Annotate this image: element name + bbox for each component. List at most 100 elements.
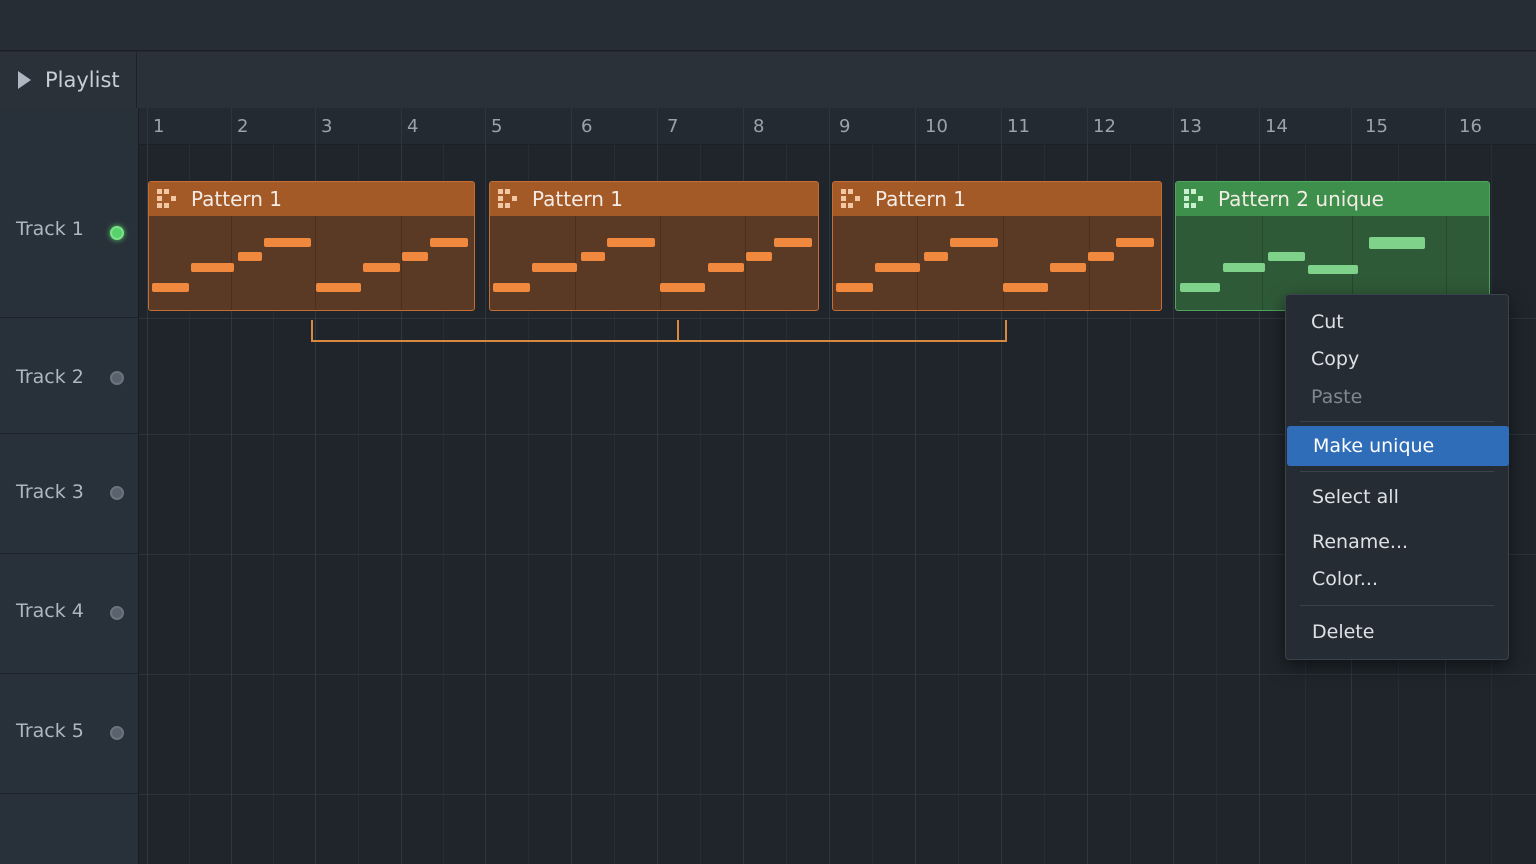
track-active-led[interactable] xyxy=(110,226,124,240)
timeline-ruler[interactable]: 1 2 3 4 5 6 7 8 9 10 11 12 13 14 15 16 xyxy=(139,108,1536,145)
note xyxy=(1180,283,1220,292)
pattern-icon xyxy=(157,189,177,209)
clip-name: Pattern 1 xyxy=(532,187,624,211)
note xyxy=(708,263,744,272)
note xyxy=(660,283,705,292)
bar-number[interactable]: 9 xyxy=(839,116,850,137)
note xyxy=(607,238,655,247)
note xyxy=(1088,252,1114,261)
note xyxy=(1268,252,1305,261)
bar-number[interactable]: 3 xyxy=(321,116,332,137)
bar-line xyxy=(485,108,486,864)
bar-number[interactable]: 5 xyxy=(491,116,502,137)
note xyxy=(1116,238,1154,247)
note xyxy=(1050,263,1086,272)
track-name: Track 2 xyxy=(16,366,84,388)
track-list: Track 1 Track 2 Track 3 Track 4 Track 5 xyxy=(0,108,139,864)
bar-line xyxy=(829,108,830,864)
menu-separator xyxy=(1300,605,1494,606)
note xyxy=(950,238,998,247)
bar-number[interactable]: 7 xyxy=(667,116,678,137)
clip-name: Pattern 1 xyxy=(875,187,967,211)
track-name: Track 1 xyxy=(16,218,84,240)
track-name: Track 4 xyxy=(16,600,84,622)
bar-number[interactable]: 11 xyxy=(1007,116,1030,137)
clip-header[interactable]: Pattern 1 xyxy=(833,182,1161,216)
bar-number[interactable]: 14 xyxy=(1265,116,1288,137)
track-row[interactable]: Track 3 xyxy=(0,434,138,554)
playlist-title: Playlist xyxy=(45,68,120,92)
menu-separator xyxy=(1300,421,1494,422)
clip-header[interactable]: Pattern 1 xyxy=(149,182,474,216)
pattern-clip[interactable]: Pattern 1 xyxy=(489,181,819,311)
note xyxy=(1223,263,1265,272)
context-menu: Cut Copy Paste Make unique Select all Re… xyxy=(1285,294,1509,660)
menu-item-color[interactable]: Color... xyxy=(1286,559,1508,599)
track-row[interactable]: Track 4 xyxy=(0,554,138,674)
note xyxy=(581,252,605,261)
note xyxy=(264,238,311,247)
track-led[interactable] xyxy=(110,486,124,500)
playlist-title-pane[interactable]: Playlist xyxy=(0,52,137,108)
track-row[interactable]: Track 2 xyxy=(0,318,138,434)
bar-number[interactable]: 12 xyxy=(1093,116,1116,137)
note xyxy=(924,252,948,261)
play-icon[interactable] xyxy=(18,71,31,89)
bar-number[interactable]: 1 xyxy=(153,116,164,137)
note xyxy=(1308,265,1358,274)
pattern-icon xyxy=(841,189,861,209)
row-line xyxy=(139,794,1536,795)
track-row[interactable]: Track 1 xyxy=(0,144,138,318)
bar-number[interactable]: 4 xyxy=(407,116,418,137)
note xyxy=(493,283,530,292)
bar-number[interactable]: 8 xyxy=(753,116,764,137)
bar-number[interactable]: 2 xyxy=(237,116,248,137)
clip-link-bracket-mid xyxy=(677,320,679,342)
pattern-icon xyxy=(498,189,518,209)
clip-name: Pattern 1 xyxy=(191,187,283,211)
note xyxy=(430,238,468,247)
note xyxy=(746,252,772,261)
menu-item-paste[interactable]: Paste xyxy=(1286,377,1508,417)
track-led[interactable] xyxy=(110,726,124,740)
note xyxy=(316,283,361,292)
pattern-clip[interactable]: Pattern 1 xyxy=(832,181,1162,311)
note xyxy=(532,263,577,272)
playlist-header: Playlist xyxy=(0,52,1536,109)
row-line xyxy=(139,674,1536,675)
note xyxy=(1369,237,1425,249)
menu-item-make-unique[interactable]: Make unique xyxy=(1287,426,1509,466)
note xyxy=(152,283,189,292)
bar-number[interactable]: 13 xyxy=(1179,116,1202,137)
track-name: Track 3 xyxy=(16,481,84,503)
note xyxy=(836,283,873,292)
bar-line xyxy=(1173,108,1174,864)
bar-number[interactable]: 16 xyxy=(1459,116,1482,137)
note xyxy=(875,263,920,272)
clip-header[interactable]: Pattern 1 xyxy=(490,182,818,216)
menu-item-copy[interactable]: Copy xyxy=(1286,339,1508,379)
note xyxy=(774,238,812,247)
bar-number[interactable]: 6 xyxy=(581,116,592,137)
menu-separator xyxy=(1300,471,1494,472)
menu-item-select-all[interactable]: Select all xyxy=(1286,477,1508,517)
clip-link-bracket xyxy=(311,320,1007,342)
bar-number[interactable]: 10 xyxy=(925,116,948,137)
menu-item-rename[interactable]: Rename... xyxy=(1286,522,1508,562)
track-led[interactable] xyxy=(110,371,124,385)
track-led[interactable] xyxy=(110,606,124,620)
menu-item-cut[interactable]: Cut xyxy=(1286,302,1508,342)
clip-header[interactable]: Pattern 2 unique xyxy=(1176,182,1489,216)
pattern-clip[interactable]: Pattern 1 xyxy=(148,181,475,311)
pattern-icon xyxy=(1184,189,1204,209)
note xyxy=(191,263,234,272)
note xyxy=(238,252,262,261)
clip-name: Pattern 2 unique xyxy=(1218,187,1384,211)
bar-number[interactable]: 15 xyxy=(1365,116,1388,137)
track-row[interactable]: Track 5 xyxy=(0,674,138,794)
pattern-clip-unique[interactable]: Pattern 2 unique xyxy=(1175,181,1490,311)
menu-item-delete[interactable]: Delete xyxy=(1286,612,1508,652)
track-name: Track 5 xyxy=(16,720,84,742)
top-bar xyxy=(0,0,1536,51)
note xyxy=(1003,283,1048,292)
